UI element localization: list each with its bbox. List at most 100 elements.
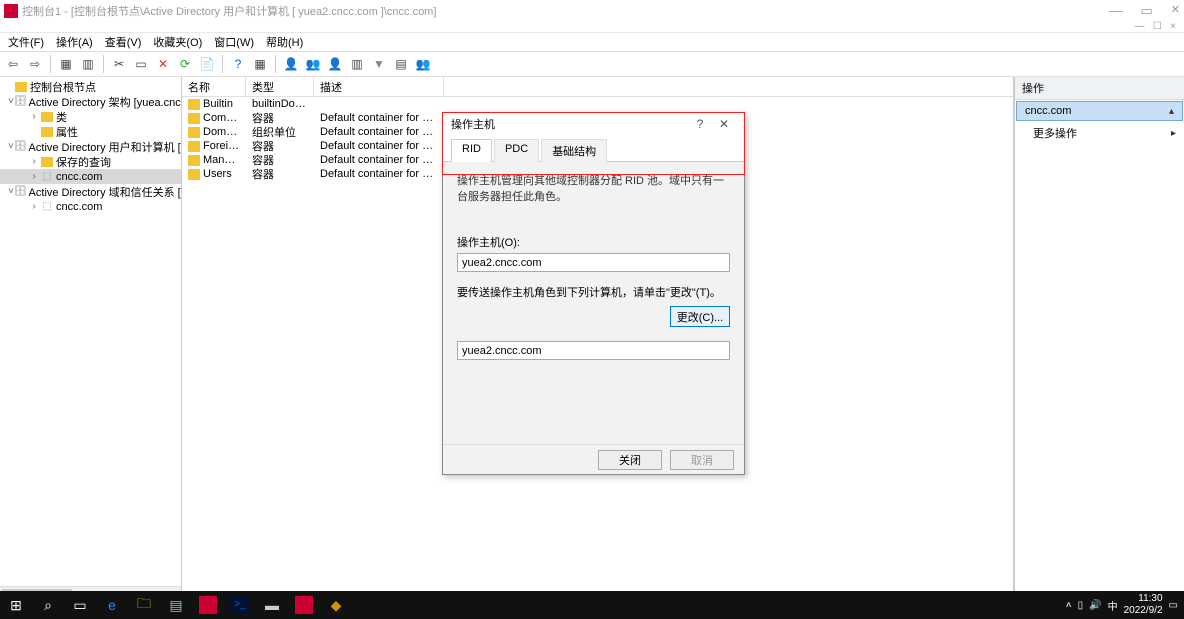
tree-attributes[interactable]: 属性 xyxy=(0,124,181,139)
transfer-label: 要传送操作主机角色到下列计算机，请单击"更改"(T)。 xyxy=(457,284,730,300)
dialog-tabs: RID PDC 基础结构 xyxy=(443,135,744,161)
actions-more[interactable]: 更多操作 ▸ xyxy=(1015,122,1184,144)
menu-window[interactable]: 窗口(W) xyxy=(214,34,254,50)
menu-help[interactable]: 帮助(H) xyxy=(266,34,303,50)
cancel-button[interactable]: 取消 xyxy=(670,450,734,470)
tree-label: Active Directory 域和信任关系 [ yuea2.cncc.com… xyxy=(29,184,182,200)
tab-rid[interactable]: RID xyxy=(451,139,492,162)
expand-icon[interactable]: › xyxy=(28,171,40,182)
list-row[interactable]: BuiltinbuiltinDomain xyxy=(182,97,1013,111)
filter-icon[interactable]: ▼ xyxy=(370,55,388,73)
back-button[interactable]: ⇦ xyxy=(4,55,22,73)
actions-panel: 操作 cncc.com ▴ 更多操作 ▸ xyxy=(1014,77,1184,602)
dialog-desc: 操作主机管理向其他域控制器分配 RID 池。域中只有一台服务器担任此角色。 xyxy=(457,168,730,214)
col-name[interactable]: 名称 xyxy=(182,77,246,96)
tray-chevron-icon[interactable]: ˄ xyxy=(1066,600,1072,611)
up-button[interactable]: ▦ xyxy=(57,55,75,73)
collapse-icon[interactable]: ▴ xyxy=(1169,106,1174,117)
menu-action[interactable]: 操作(A) xyxy=(56,34,93,50)
target-field[interactable] xyxy=(457,341,730,360)
cmd-icon[interactable]: ▬ xyxy=(256,591,288,619)
properties-button[interactable]: ▭ xyxy=(132,55,150,73)
folder-icon xyxy=(188,99,200,110)
tree-trust-domain[interactable]: ›⬚ cncc.com xyxy=(0,199,181,214)
ime-indicator[interactable]: 中 xyxy=(1108,598,1118,613)
system-tray: ˄ ▯ 🔊 中 11:30 2022/9/2 ▭ xyxy=(1066,593,1184,617)
tab-pdc[interactable]: PDC xyxy=(494,139,539,162)
operations-master-dialog: 操作主机 ? ✕ RID PDC 基础结构 操作主机管理向其他域控制器分配 RI… xyxy=(442,112,745,475)
host-field[interactable] xyxy=(457,253,730,272)
notification-icon[interactable]: ▭ xyxy=(1169,600,1178,611)
tree-classes[interactable]: › 类 xyxy=(0,109,181,124)
tree-root[interactable]: 控制台根节点 xyxy=(0,79,181,94)
menu-view[interactable]: 查看(V) xyxy=(105,34,142,50)
tree-panel: 控制台根节点 ˅🗄 Active Directory 架构 [yuea.cncc… xyxy=(0,77,182,602)
sound-icon[interactable]: 🔊 xyxy=(1089,600,1101,611)
taskview-icon[interactable]: ▭ xyxy=(64,591,96,619)
maximize-button[interactable]: ▭ xyxy=(1140,3,1152,19)
forward-button[interactable]: ⇨ xyxy=(26,55,44,73)
actions-header: 操作 xyxy=(1015,77,1184,100)
menu-file[interactable]: 文件(F) xyxy=(8,34,44,50)
app-icon xyxy=(4,4,18,18)
expand-icon[interactable]: › xyxy=(28,156,40,167)
mdi-close-row: — ☐ × xyxy=(0,21,1184,32)
group-icon[interactable]: ▥ xyxy=(348,55,366,73)
folder-icon xyxy=(188,127,200,138)
col-desc[interactable]: 描述 xyxy=(314,77,444,96)
clock[interactable]: 11:30 2022/9/2 xyxy=(1124,593,1163,617)
list-header: 名称 类型 描述 xyxy=(182,77,1013,97)
dialog-close-button[interactable]: ✕ xyxy=(712,117,736,131)
expand-icon[interactable]: › xyxy=(28,201,40,212)
menu-favorites[interactable]: 收藏夹(O) xyxy=(153,34,202,50)
dialog-help-button[interactable]: ? xyxy=(688,117,712,131)
extra-icon[interactable]: 👥 xyxy=(414,55,432,73)
tool-icon[interactable]: 👥 xyxy=(304,55,322,73)
dialog-body: 操作主机管理向其他域控制器分配 RID 池。域中只有一台服务器担任此角色。 操作… xyxy=(443,161,744,448)
show-hide-button[interactable]: ▥ xyxy=(79,55,97,73)
col-type[interactable]: 类型 xyxy=(246,77,314,96)
tree-label: 保存的查询 xyxy=(56,154,111,170)
toolbar: ⇦ ⇨ ▦ ▥ ✂ ▭ ✕ ⟳ 📄 ? ▦ 👤 👥 👤 ▥ ▼ ▤ 👥 xyxy=(0,51,1184,77)
dialog-footer: 关闭 取消 xyxy=(443,444,744,474)
explorer-icon[interactable]: 🗀 xyxy=(128,591,160,619)
tree-label: Active Directory 用户和计算机 [ yuea2.cncc.com… xyxy=(29,139,182,155)
server-manager-icon[interactable]: ▤ xyxy=(160,591,192,619)
minimize-button[interactable]: — xyxy=(1109,3,1122,19)
app-task-icon[interactable] xyxy=(192,591,224,619)
folder-icon xyxy=(188,141,200,152)
window-titlebar: 控制台1 - [控制台根节点\Active Directory 用户和计算机 [… xyxy=(0,0,1184,21)
network-icon[interactable]: ▯ xyxy=(1078,600,1084,611)
close-button[interactable]: ✕ xyxy=(1171,3,1180,19)
close-button[interactable]: 关闭 xyxy=(598,450,662,470)
host-label: 操作主机(O): xyxy=(457,234,730,250)
app2-icon[interactable] xyxy=(288,591,320,619)
app3-icon[interactable]: ◆ xyxy=(320,591,352,619)
search-icon[interactable]: ⌕ xyxy=(32,591,64,619)
action-button[interactable]: ▦ xyxy=(251,55,269,73)
expand-icon[interactable]: › xyxy=(28,111,40,122)
help-button[interactable]: ? xyxy=(229,55,247,73)
menubar: 文件(F) 操作(A) 查看(V) 收藏夹(O) 窗口(W) 帮助(H) xyxy=(0,32,1184,51)
export-button[interactable]: 📄 xyxy=(198,55,216,73)
change-button[interactable]: 更改(C)... xyxy=(670,306,730,327)
folder-icon xyxy=(188,155,200,166)
find-button[interactable]: 👤 xyxy=(282,55,300,73)
tree-saved-queries[interactable]: › 保存的查询 xyxy=(0,154,181,169)
tree-ad-users[interactable]: ˅🗄 Active Directory 用户和计算机 [ yuea2.cncc.… xyxy=(0,139,181,154)
refresh-button[interactable]: ⟳ xyxy=(176,55,194,73)
column-icon[interactable]: ▤ xyxy=(392,55,410,73)
tree-label: cncc.com xyxy=(56,201,102,213)
clock-time: 11:30 xyxy=(1124,593,1163,605)
actions-domain[interactable]: cncc.com ▴ xyxy=(1016,101,1183,121)
start-button[interactable]: ⊞ xyxy=(0,591,32,619)
tree-ad-schema[interactable]: ˅🗄 Active Directory 架构 [yuea.cncc.com] xyxy=(0,94,181,109)
tree-ad-trusts[interactable]: ˅🗄 Active Directory 域和信任关系 [ yuea2.cncc.… xyxy=(0,184,181,199)
ie-icon[interactable]: e xyxy=(96,591,128,619)
tree-domain-selected[interactable]: ›⬚ cncc.com xyxy=(0,169,181,184)
cut-button[interactable]: ✂ xyxy=(110,55,128,73)
delete-x-button[interactable]: ✕ xyxy=(154,55,172,73)
user-icon[interactable]: 👤 xyxy=(326,55,344,73)
powershell-icon[interactable]: >_ xyxy=(224,591,256,619)
tab-infra[interactable]: 基础结构 xyxy=(541,139,607,162)
